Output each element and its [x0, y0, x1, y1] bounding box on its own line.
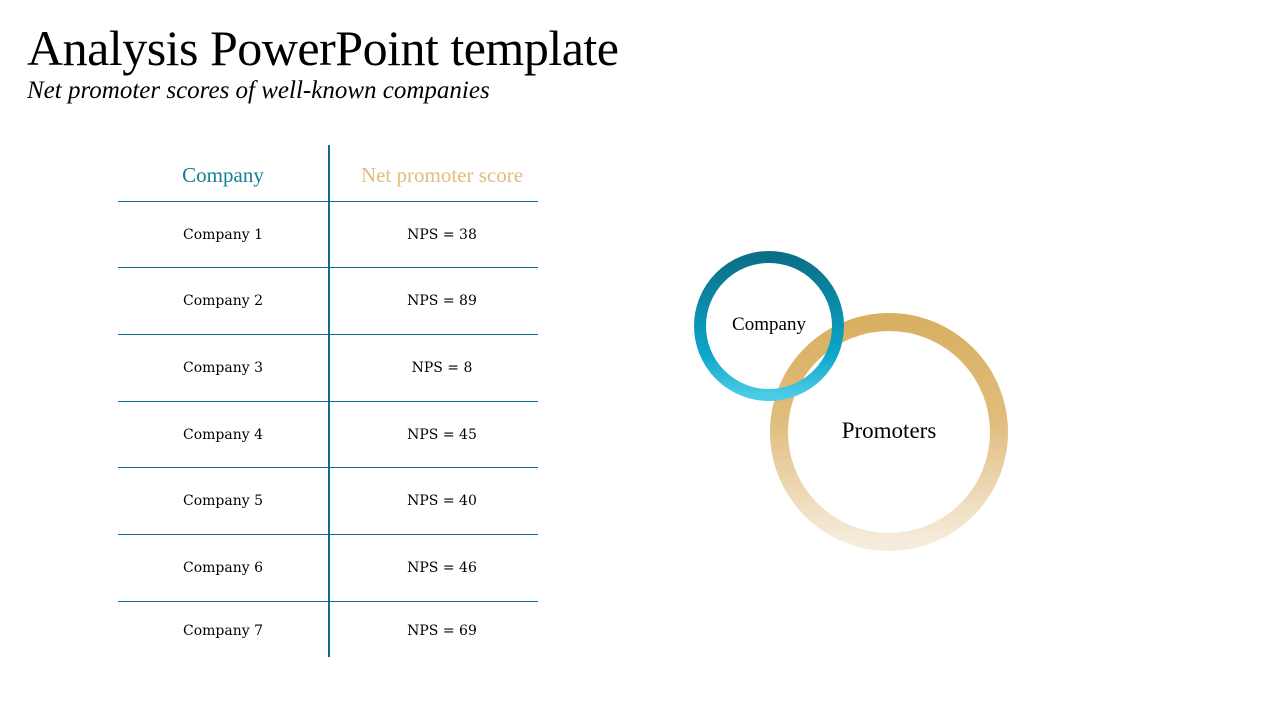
nps-cell: NPS = 40	[407, 493, 477, 509]
nps-cell: NPS = 46	[407, 560, 477, 576]
table-row: Company 1 NPS = 38	[118, 201, 538, 268]
table-row: Company 2 NPS = 89	[118, 267, 538, 334]
slide-subtitle: Net promoter scores of well-known compan…	[27, 77, 490, 104]
nps-cell: NPS = 45	[407, 427, 477, 443]
header-company: Company	[182, 163, 264, 187]
slide-title: Analysis PowerPoint template	[27, 20, 619, 76]
header-net-promoter-score: Net promoter score	[360, 163, 524, 187]
venn-rings	[694, 251, 1008, 551]
table-row: Company 4 NPS = 45	[118, 401, 538, 468]
venn-diagram: Company Promoters	[680, 240, 1020, 560]
company-cell: Company 7	[182, 623, 263, 639]
company-cell: Company 1	[182, 227, 263, 243]
company-cell: Company 2	[182, 293, 263, 309]
nps-cell: NPS = 38	[407, 227, 477, 243]
table-row: Company 6 NPS = 46	[118, 534, 538, 601]
company-cell: Company 5	[182, 493, 263, 509]
nps-cell: NPS = 8	[411, 360, 473, 376]
company-cell: Company 3	[182, 360, 263, 376]
promoters-circle-label: Promoters	[841, 418, 937, 443]
company-cell: Company 4	[182, 427, 263, 443]
table-row: Company 5 NPS = 40	[118, 467, 538, 534]
company-cell: Company 6	[182, 560, 263, 576]
company-circle-label: Company	[732, 314, 806, 335]
nps-cell: NPS = 89	[407, 293, 477, 309]
nps-cell: NPS = 69	[407, 623, 477, 639]
table-row: Company 7 NPS = 69	[118, 601, 538, 658]
table-row: Company 3 NPS = 8	[118, 334, 538, 401]
